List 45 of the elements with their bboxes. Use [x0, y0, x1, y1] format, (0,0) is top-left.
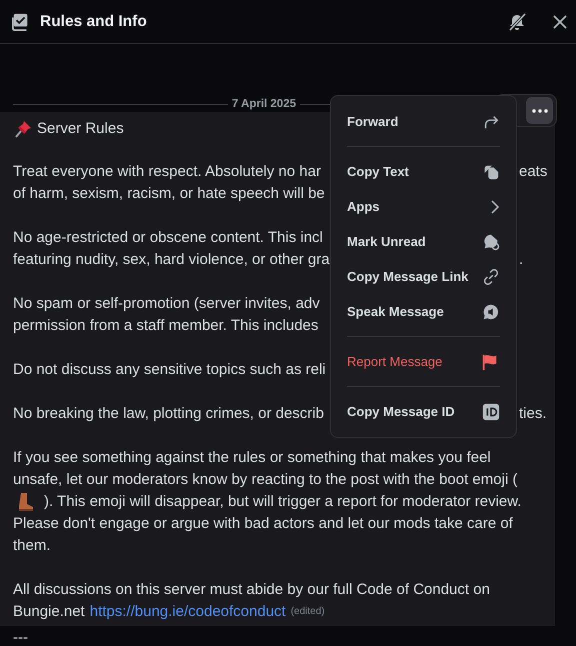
- closing-text: All discussions on this server must abide by our full Code of Conduct on: [13, 580, 490, 600]
- close-icon[interactable]: [553, 14, 567, 28]
- menu-item[interactable]: Apps: [340, 189, 507, 224]
- date-divider: 7 April 2025: [232, 98, 296, 110]
- rule-text: Treat everyone with respect. Absolutely no har: [13, 162, 321, 182]
- menu-item[interactable]: Mark Unread: [340, 224, 507, 259]
- channel-title: Rules and Info: [40, 12, 147, 30]
- copy-icon: [482, 162, 500, 180]
- rule-text: Please don't engage or argue with bad actors and let our mods take care of: [13, 514, 513, 534]
- menu-item[interactable]: Report Message: [340, 344, 507, 379]
- checklist-icon: [12, 12, 30, 30]
- menu-item[interactable]: Copy Message Link: [340, 259, 507, 294]
- more-button[interactable]: [526, 97, 553, 124]
- rule-text: If you see something against the rules or something that makes you feel: [13, 448, 491, 468]
- link-icon: [482, 268, 500, 286]
- conduct-link[interactable]: https://bung.ie/codeofconduct: [90, 601, 286, 623]
- speaker-bubble-icon: [482, 302, 500, 320]
- id-badge-icon: [482, 402, 500, 420]
- menu-item[interactable]: Speak Message: [340, 294, 507, 329]
- more-icon: [532, 108, 548, 112]
- rule-text: them.: [13, 536, 51, 556]
- muted-bell-icon[interactable]: [507, 12, 527, 32]
- rule-text: ties.: [519, 404, 547, 424]
- pushpin-icon: [13, 119, 33, 139]
- menu-item[interactable]: Forward: [340, 104, 507, 139]
- menu-item[interactable]: Copy Text: [340, 154, 507, 189]
- rule-text: featuring nudity, sex, hard violence, or other gra: [13, 250, 330, 270]
- closing-text: Bungie.net: [13, 602, 85, 622]
- boot-icon: [16, 492, 36, 512]
- separator-text: ---: [12, 628, 29, 646]
- rule-text: eats: [519, 162, 548, 182]
- unread-bubble-icon: [482, 232, 500, 250]
- rule-text: No breaking the law, plotting crimes, or describ: [13, 404, 324, 424]
- edited-label: (edited): [290, 605, 325, 619]
- rule-text: permission from a staff member. This includes: [13, 316, 318, 336]
- message-title: Server Rules: [37, 119, 124, 139]
- menu-item[interactable]: Copy Message ID: [340, 394, 507, 429]
- rule-text: .: [519, 250, 524, 270]
- chevron-right-icon: [490, 200, 500, 214]
- rule-text: unsafe, let our moderators know by reacting to the post with the boot emoji (: [13, 470, 518, 490]
- rule-text: ). This emoji will disappear, but will trigger a report for moderator review.: [44, 492, 522, 512]
- rule-text: Do not discuss any sensitive topics such as reli: [13, 360, 326, 380]
- rule-text: of harm, sexism, racism, or hate speech will be: [13, 184, 325, 204]
- rule-text: No spam or self-promotion (server invites, adv: [13, 294, 320, 314]
- rule-text: No age-restricted or obscene content. This incl: [13, 228, 323, 248]
